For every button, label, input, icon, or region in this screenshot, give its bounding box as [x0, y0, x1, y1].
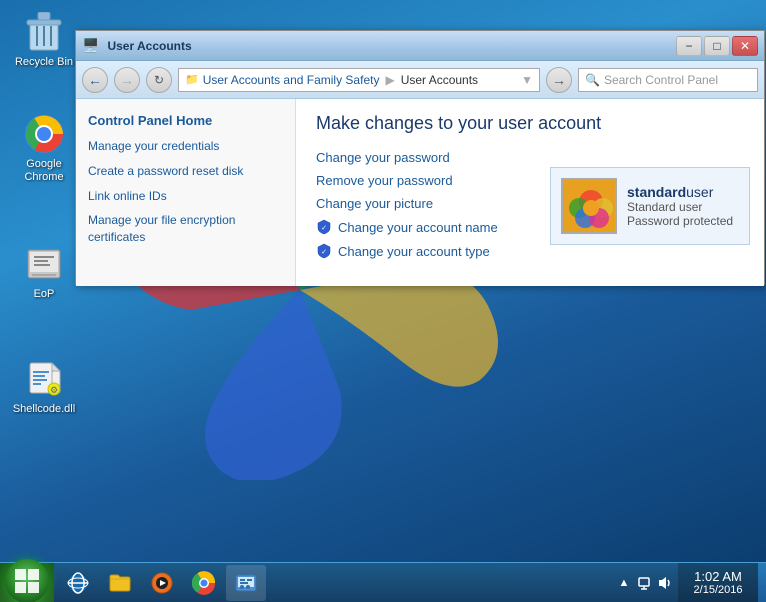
search-box[interactable]: 🔍 Search Control Panel	[578, 68, 758, 92]
shellcode-label: Shellcode.dll	[13, 403, 75, 416]
shield-icon-1: ✓	[316, 219, 332, 235]
eop-image	[24, 244, 64, 284]
svg-text:⚙: ⚙	[50, 385, 58, 395]
back-button[interactable]: ←	[82, 67, 108, 93]
change-password-text: Change your password	[316, 150, 450, 165]
taskbar-control-panel[interactable]	[226, 565, 266, 601]
address-dropdown[interactable]: ▼	[521, 73, 533, 87]
start-button[interactable]	[0, 563, 54, 602]
user-name-rest: user	[686, 184, 713, 200]
show-desktop-button[interactable]	[758, 563, 766, 602]
window-titlebar: 🖥️ User Accounts − □ ✕	[76, 31, 764, 61]
taskbar-chrome[interactable]	[184, 565, 224, 601]
user-info-panel: standarduser Standard user Password prot…	[550, 167, 750, 245]
change-account-type-text: Change your account type	[338, 244, 490, 259]
user-name: standarduser	[627, 184, 739, 200]
tray-volume[interactable]	[656, 575, 672, 591]
shellcode-image: ⚙	[24, 359, 64, 399]
minimize-button[interactable]: −	[676, 36, 702, 56]
folder-icon	[108, 571, 132, 595]
cp-sidebar: Control Panel Home Manage your credentia…	[76, 99, 296, 286]
shellcode-dll-icon[interactable]: ⚙ Shellcode.dll	[10, 355, 78, 420]
eop-icon[interactable]: EoP	[10, 240, 78, 305]
create-password-reset-link[interactable]: Create a password reset disk	[76, 159, 295, 184]
change-account-type-link[interactable]: ✓ Change your account type	[316, 243, 744, 259]
main-title: Make changes to your user account	[316, 113, 744, 134]
address-bar[interactable]: 📁 User Accounts and Family Safety ▶ User…	[178, 68, 540, 92]
clock-date: 2/15/2016	[694, 584, 743, 596]
start-orb	[5, 559, 49, 602]
remove-password-text: Remove your password	[316, 173, 453, 188]
volume-icon	[656, 575, 672, 591]
control-panel-home-link[interactable]: Control Panel Home	[76, 107, 295, 134]
system-tray: ▲	[610, 563, 678, 602]
windows-logo-icon	[15, 569, 39, 593]
tray-network[interactable]	[636, 575, 652, 591]
change-account-name-text: Change your account name	[338, 220, 498, 235]
user-status: Password protected	[627, 214, 739, 228]
svg-text:✓: ✓	[321, 225, 327, 232]
recycle-bin-image	[24, 12, 64, 52]
address-part1: User Accounts and Family Safety	[203, 73, 380, 87]
taskbar-media-player[interactable]	[142, 565, 182, 601]
maximize-button[interactable]: □	[704, 36, 730, 56]
tray-expand[interactable]: ▲	[616, 575, 632, 591]
forward-button[interactable]: →	[114, 67, 140, 93]
chrome-label: Google Chrome	[14, 158, 74, 184]
user-avatar	[561, 178, 617, 234]
window-controls: − □ ✕	[676, 36, 758, 56]
cp-content: Control Panel Home Manage your credentia…	[76, 99, 764, 286]
taskbar-ie[interactable]	[58, 565, 98, 601]
google-chrome-icon[interactable]: Google Chrome	[10, 110, 78, 188]
chrome-taskbar-icon	[192, 571, 216, 595]
recycle-bin-label: Recycle Bin	[15, 56, 73, 69]
clock[interactable]: 1:02 AM 2/15/2016	[678, 563, 758, 602]
taskbar-right: ▲ 1:02 AM 2/15/2016	[610, 563, 766, 602]
shield-icon-2: ✓	[316, 243, 332, 259]
file-encryption-link[interactable]: Manage your file encryption certificates	[76, 208, 295, 250]
search-placeholder: Search Control Panel	[604, 73, 718, 87]
taskbar-items	[58, 563, 266, 602]
user-details: standarduser Standard user Password prot…	[627, 184, 739, 228]
close-button[interactable]: ✕	[732, 36, 758, 56]
control-panel-window: 🖥️ User Accounts − □ ✕ ← → ↻ 📁 User Acco…	[75, 30, 765, 285]
manage-credentials-link[interactable]: Manage your credentials	[76, 134, 295, 159]
media-player-icon	[150, 571, 174, 595]
ie-icon	[66, 571, 90, 595]
change-picture-text: Change your picture	[316, 196, 433, 211]
recycle-bin-icon[interactable]: Recycle Bin	[10, 8, 78, 73]
user-name-bold: standard	[627, 184, 686, 200]
nav-bar: ← → ↻ 📁 User Accounts and Family Safety …	[76, 61, 764, 99]
window-title: User Accounts	[103, 39, 676, 53]
control-panel-taskbar-icon	[234, 571, 258, 595]
eop-label: EoP	[34, 288, 55, 301]
go-button[interactable]: →	[546, 67, 572, 93]
address-part2: User Accounts	[401, 73, 478, 87]
chrome-image	[24, 114, 64, 154]
clock-time: 1:02 AM	[694, 569, 742, 584]
taskbar: ▲ 1:02 AM 2/15/2016	[0, 562, 766, 602]
svg-text:✓: ✓	[321, 249, 327, 256]
link-online-ids-link[interactable]: Link online IDs	[76, 184, 295, 209]
change-password-link[interactable]: Change your password	[316, 150, 744, 165]
desktop: Recycle Bin Google Chrome	[0, 0, 766, 602]
cp-main: Make changes to your user account Change…	[296, 99, 764, 286]
user-type: Standard user	[627, 200, 739, 214]
network-icon	[636, 575, 652, 591]
taskbar-explorer[interactable]	[100, 565, 140, 601]
refresh-button[interactable]: ↻	[146, 67, 172, 93]
